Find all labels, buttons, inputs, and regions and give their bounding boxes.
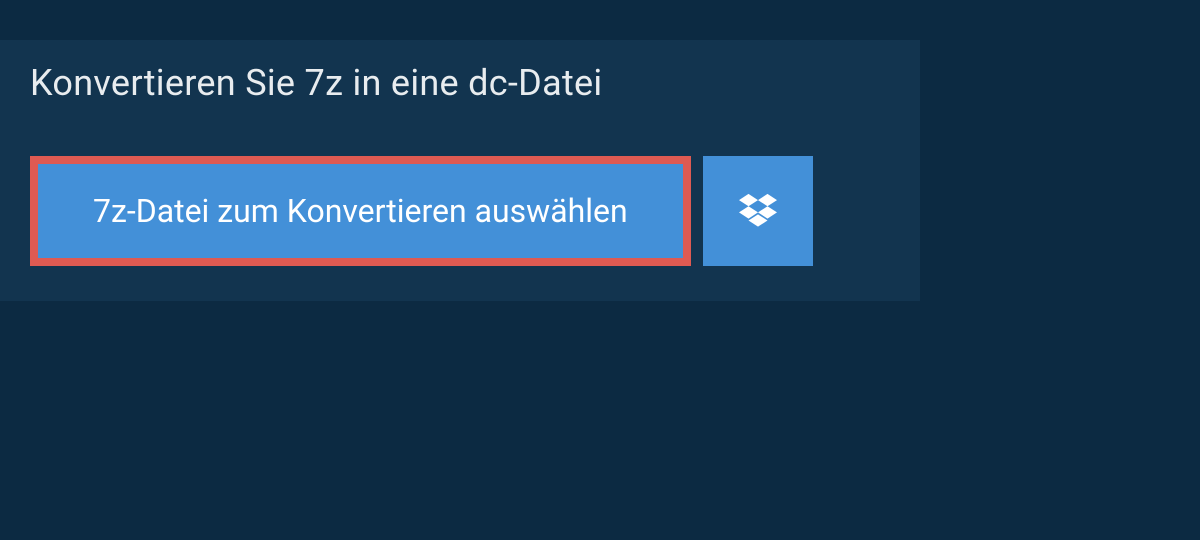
select-file-button[interactable]: 7z-Datei zum Konvertieren auswählen bbox=[30, 156, 691, 266]
dropbox-icon bbox=[739, 193, 777, 229]
button-row: 7z-Datei zum Konvertieren auswählen bbox=[0, 126, 920, 266]
page-title: Konvertieren Sie 7z in eine dc-Datei bbox=[30, 62, 603, 104]
converter-panel: Konvertieren Sie 7z in eine dc-Datei 7z-… bbox=[0, 40, 920, 301]
select-file-label: 7z-Datei zum Konvertieren auswählen bbox=[93, 192, 628, 230]
title-bar: Konvertieren Sie 7z in eine dc-Datei bbox=[0, 40, 633, 126]
dropbox-button[interactable] bbox=[703, 156, 813, 266]
